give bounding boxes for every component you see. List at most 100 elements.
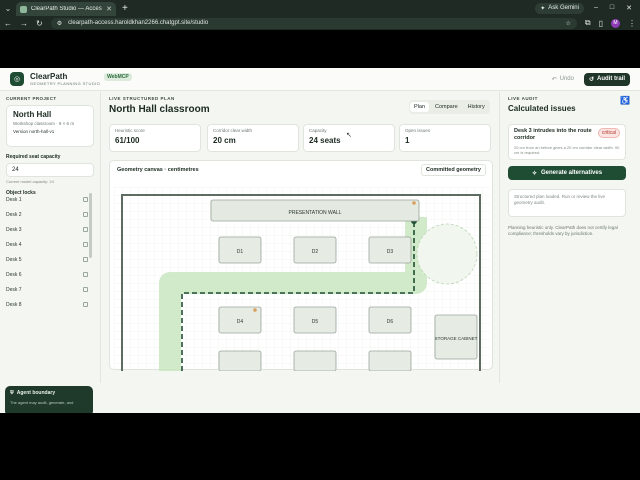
minimize-icon[interactable]: – [594, 4, 598, 12]
tab-plan[interactable]: Plan [410, 102, 430, 112]
geometry-canvas-card: Geometry canvas · centimetres Committed … [109, 160, 493, 371]
undo-icon: ↶ [551, 76, 557, 83]
lock-row[interactable]: Desk 8 [6, 297, 88, 312]
metric-corridor-width: Corridor clear width 20 cm [207, 124, 299, 152]
profile-avatar[interactable]: M [611, 18, 620, 28]
critical-badge: critical [597, 128, 620, 138]
gemini-icon: ✦ [540, 5, 546, 12]
live-audit-label: LIVE AUDIT [508, 96, 538, 101]
metric-label: Heuristic score [115, 128, 145, 133]
live-plan-label: LIVE STRUCTURED PLAN [109, 96, 175, 101]
clearpath-logo-icon: ◎ [10, 72, 24, 86]
close-window-icon[interactable]: ✕ [626, 4, 632, 12]
issue-title: Desk 3 intrudes into the route corridor [514, 128, 592, 141]
address-bar-row: ← → ↻ ⚙ clearpath-access.haroldkhan2266.… [0, 16, 640, 30]
lock-item-label: Desk 5 [6, 256, 22, 263]
agent-boundary-card: ⛨ Agent boundary The agent may audit, gen… [5, 386, 93, 413]
history-icon: ↺ [588, 76, 594, 83]
lock-row[interactable]: Desk 3 [6, 222, 88, 237]
forward-icon[interactable]: → [20, 19, 28, 28]
metric-label: Open issues [405, 128, 431, 133]
browser-menu-icon[interactable]: ⋮ [628, 19, 636, 28]
lock-row[interactable]: Desk 1 [6, 192, 88, 207]
desk[interactable]: D2 [293, 236, 337, 264]
storage-cabinet[interactable]: STORAGE CABINET [434, 314, 478, 360]
lock-row[interactable]: Desk 2 [6, 207, 88, 222]
close-tab-icon[interactable]: ✕ [106, 5, 112, 13]
desk-label: D5 [312, 319, 319, 325]
desk[interactable]: D1 [218, 236, 262, 264]
generate-alternatives-label: Generate alternatives [541, 170, 603, 176]
undo-label: Undo [559, 76, 574, 82]
desk[interactable]: D6 [368, 306, 412, 334]
desk-partial[interactable] [368, 350, 412, 371]
lock-item-label: Desk 3 [6, 226, 22, 233]
brand-name: ClearPath [30, 72, 68, 81]
floor-plan[interactable]: PRESENTATION WALL D1 D2 D3 D4 D5 D6 STOR… [114, 187, 490, 371]
url-field[interactable]: ⚙ clearpath-access.haroldkhan2266.chatgp… [50, 17, 577, 29]
issue-card[interactable]: Desk 3 intrudes into the route corridor … [508, 124, 626, 160]
reload-icon[interactable]: ↻ [36, 19, 43, 28]
lock-row[interactable]: Desk 5 [6, 252, 88, 267]
webmcp-badge: WebMCP [104, 73, 132, 81]
capacity-hint: Current model capacity: 24 [6, 179, 54, 184]
brand-block: ClearPath GEOMETRY PLANNING STUDIO [30, 72, 100, 86]
lock-row[interactable]: Desk 7 [6, 282, 88, 297]
project-subtitle: Workshop classroom · 9 × 6 m [13, 121, 75, 126]
shield-icon: ⛨ [10, 390, 14, 396]
lock-list-scrollbar[interactable] [89, 193, 92, 258]
lock-item-label: Desk 1 [6, 196, 22, 203]
lock-row[interactable]: Desk 6 [6, 267, 88, 282]
desk-partial[interactable] [293, 350, 337, 371]
back-icon[interactable]: ← [4, 19, 12, 28]
window-controls: – □ ✕ [594, 4, 632, 12]
lock-item-label: Desk 4 [6, 241, 22, 248]
audit-trail-button[interactable]: ↺ Audit trail [583, 72, 630, 86]
project-card[interactable]: North Hall Workshop classroom · 9 × 6 m … [6, 105, 94, 147]
lock-item-label: Desk 7 [6, 286, 22, 293]
bookmark-star-icon[interactable]: ☆ [565, 20, 570, 27]
project-title: North Hall [13, 110, 52, 119]
audit-panel: LIVE AUDIT Calculated issues ♿ Desk 3 in… [500, 92, 640, 383]
accessibility-icon: ♿ [620, 96, 630, 105]
audit-status-box: Structured plan loaded. Run or review th… [508, 189, 626, 217]
required-capacity-input[interactable]: 24 [6, 163, 94, 177]
view-tabs: Plan Compare History [409, 100, 490, 114]
desk-3-conflict[interactable]: D3 [368, 236, 412, 264]
new-tab-button[interactable]: + [122, 3, 128, 14]
lock-icon[interactable] [83, 302, 88, 307]
brand-subtitle: GEOMETRY PLANNING STUDIO [30, 81, 101, 86]
lock-row[interactable]: Desk 4 [6, 237, 88, 252]
required-capacity-label: Required seat capacity [6, 154, 61, 160]
tab-compare[interactable]: Compare [431, 102, 462, 112]
site-info-icon[interactable]: ⚙ [57, 20, 62, 27]
sparkle-icon: ✧ [531, 170, 537, 177]
maximize-icon[interactable]: □ [610, 4, 614, 12]
lock-icon[interactable] [83, 227, 88, 232]
plan-workspace: LIVE STRUCTURED PLAN North Hall classroo… [100, 92, 500, 383]
ask-gemini-button[interactable]: ✦ Ask Gemini [535, 2, 584, 14]
desk[interactable]: D5 [293, 306, 337, 334]
project-version: Version north-hall-v1 [13, 129, 55, 134]
desk-partial[interactable] [218, 350, 262, 371]
browser-chrome: ⌄ ClearPath Studio — Accessible ✕ + ✦ As… [0, 0, 640, 68]
lock-icon[interactable] [83, 242, 88, 247]
lock-item-label: Desk 6 [6, 271, 22, 278]
tab-search-icon[interactable]: ⌄ [0, 4, 16, 13]
undo-button[interactable]: ↶ Undo [552, 76, 574, 83]
lock-icon[interactable] [83, 197, 88, 202]
tab-history[interactable]: History [464, 102, 489, 112]
lock-icon[interactable] [83, 212, 88, 217]
lock-icon[interactable] [83, 257, 88, 262]
sidepanel-icon[interactable]: ▯ [599, 19, 603, 28]
extensions-icon[interactable]: ⧉ [585, 18, 591, 28]
browser-tab[interactable]: ClearPath Studio — Accessible ✕ [16, 2, 116, 16]
generate-alternatives-button[interactable]: ✧ Generate alternatives [508, 166, 626, 180]
metric-value: 61/100 [115, 136, 140, 145]
lock-icon[interactable] [83, 287, 88, 292]
tab-strip: ⌄ ClearPath Studio — Accessible ✕ + ✦ As… [0, 0, 640, 16]
desk-label: D3 [387, 249, 394, 255]
agent-boundary-title: Agent boundary [16, 390, 56, 396]
agent-boundary-text: The agent may audit, generate, and [10, 400, 74, 405]
lock-icon[interactable] [83, 272, 88, 277]
